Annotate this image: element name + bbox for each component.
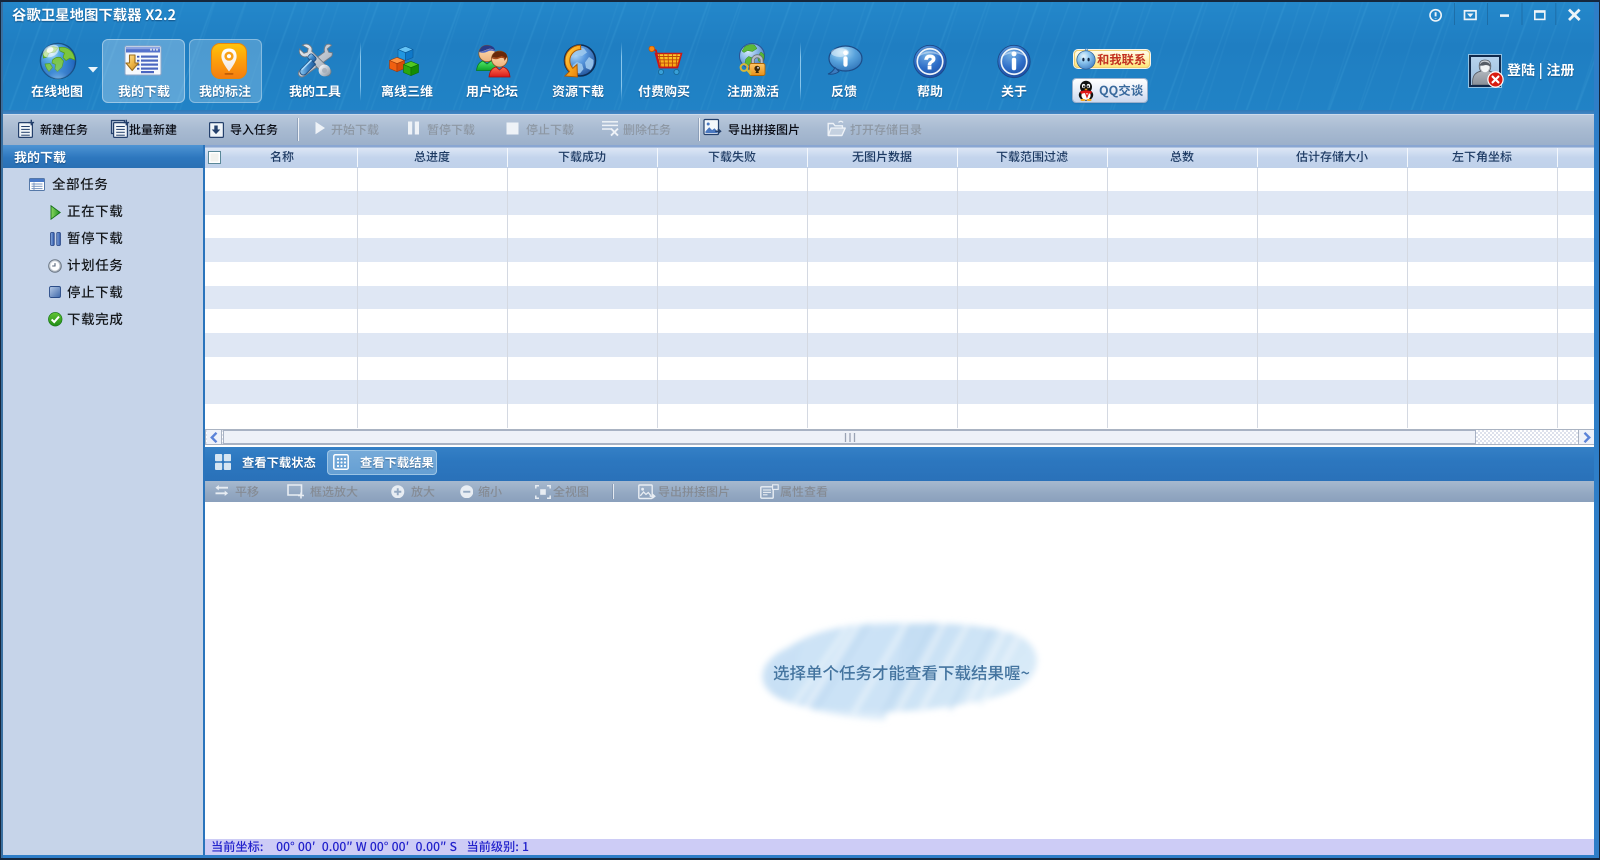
svg-text:?: ? [924,52,936,74]
